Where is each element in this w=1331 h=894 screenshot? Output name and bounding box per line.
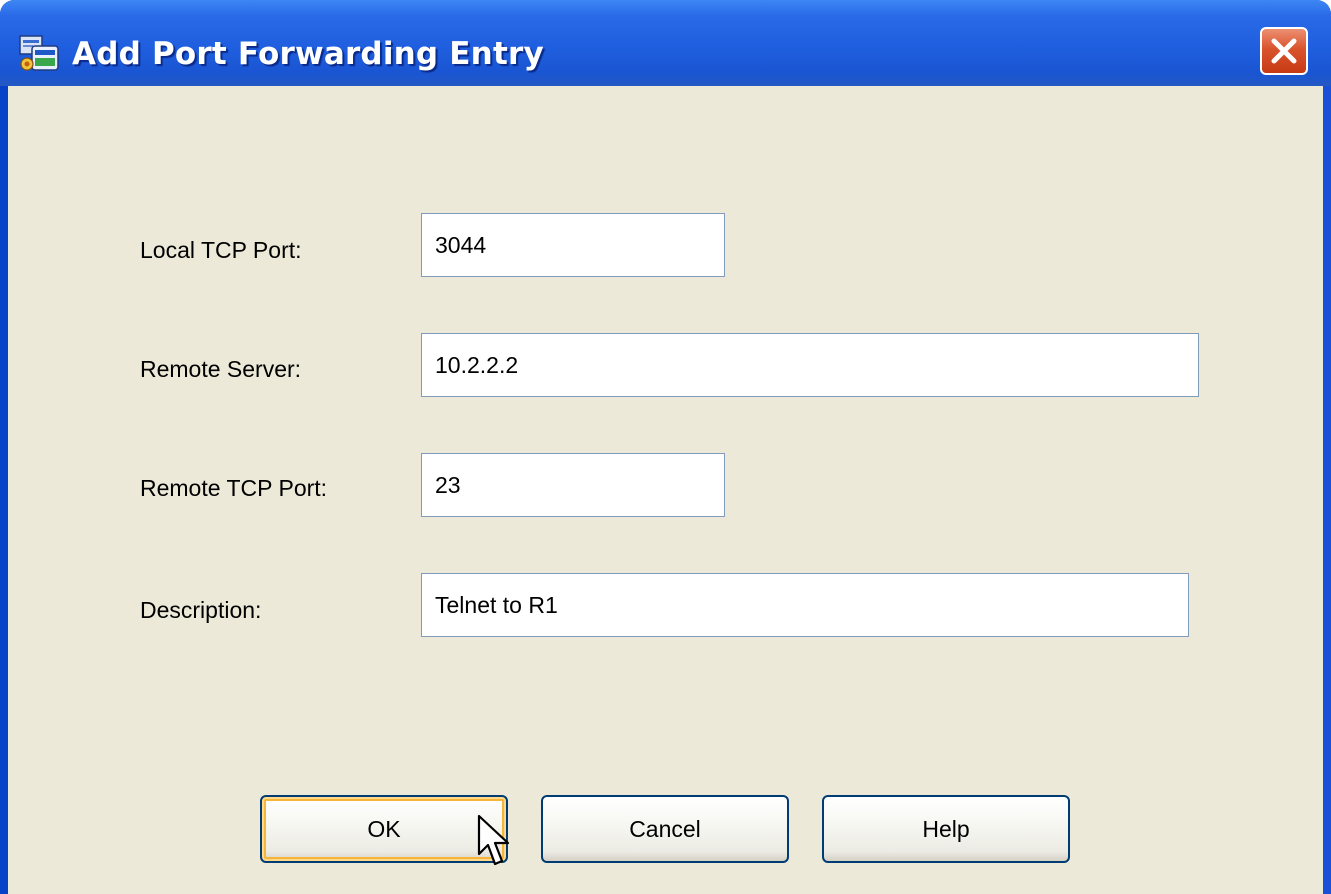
- remote-tcp-port-input[interactable]: [421, 453, 725, 517]
- cancel-button[interactable]: Cancel: [541, 795, 789, 863]
- remote-tcp-port-label: Remote TCP Port:: [140, 475, 328, 501]
- dialog-title: Add Port Forwarding Entry: [72, 36, 544, 72]
- dialog-window: Add Port Forwarding Entry Local TCP Port…: [0, 0, 1331, 894]
- mouse-pointer-icon: [477, 814, 510, 866]
- close-icon: [1271, 38, 1297, 64]
- description-label: Description:: [140, 597, 262, 623]
- remote-server-input[interactable]: [421, 333, 1199, 397]
- close-button[interactable]: [1260, 27, 1308, 75]
- ok-button[interactable]: OK: [260, 795, 508, 863]
- local-tcp-port-label: Local TCP Port:: [140, 237, 302, 263]
- description-input[interactable]: [421, 573, 1189, 637]
- title-bar[interactable]: Add Port Forwarding Entry: [0, 0, 1331, 86]
- app-icon: [19, 35, 59, 71]
- remote-server-label: Remote Server:: [140, 356, 302, 382]
- dialog-body: Local TCP Port: Remote Server: Remote TC…: [8, 86, 1323, 894]
- local-tcp-port-input[interactable]: [421, 213, 725, 277]
- help-button[interactable]: Help: [822, 795, 1070, 863]
